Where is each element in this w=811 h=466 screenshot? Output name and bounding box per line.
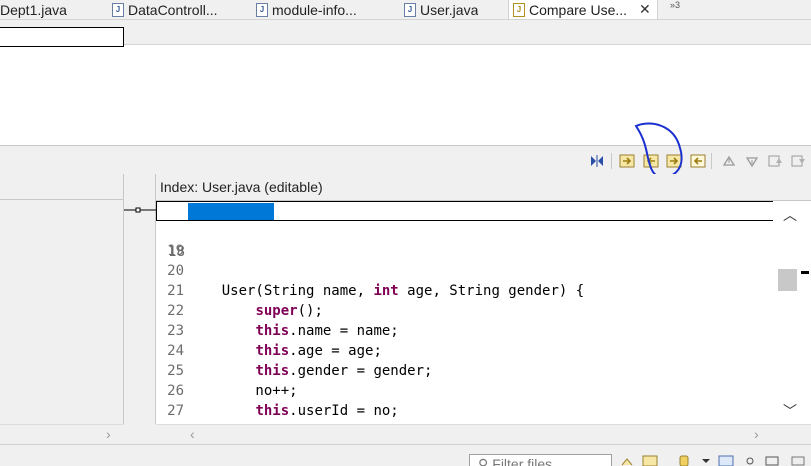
close-icon[interactable]: ✕ bbox=[639, 1, 651, 18]
scroll-left-icon[interactable]: ‹ bbox=[190, 426, 195, 442]
collapse-all-icon[interactable] bbox=[764, 455, 780, 466]
tab-dept1[interactable]: Dept1.java bbox=[0, 0, 67, 19]
tree-view-icon[interactable] bbox=[718, 455, 734, 466]
java-file-icon: J bbox=[112, 2, 124, 17]
code-editor[interactable]: 18 19 20 User(String name, int age, Stri… bbox=[156, 201, 775, 459]
code-line[interactable]: 23 this.age = age; bbox=[156, 301, 773, 359]
copy-all-left-to-right-icon[interactable] bbox=[618, 152, 635, 169]
diff-connector-line bbox=[124, 207, 156, 213]
status-bar: ⚲ Filter files... bbox=[0, 444, 811, 466]
scroll-down-icon[interactable]: ﹀ bbox=[783, 401, 797, 421]
code-line[interactable]: 18 bbox=[156, 201, 775, 260]
code-line[interactable]: 28 public int getUserId() { bbox=[156, 401, 773, 459]
copy-current-change-left-icon[interactable] bbox=[642, 152, 659, 169]
next-change-icon[interactable] bbox=[766, 152, 783, 169]
left-compare-pane bbox=[0, 174, 124, 424]
scroll-right-icon[interactable]: › bbox=[754, 426, 759, 442]
editor-tab-bar: Dept1.java J DataControll... J module-in… bbox=[0, 0, 811, 19]
flat-view-icon[interactable] bbox=[742, 455, 758, 466]
previous-change-icon[interactable] bbox=[789, 152, 806, 169]
code-line[interactable]: 20 User(String name, int age, String gen… bbox=[156, 241, 773, 299]
overview-ruler-mark[interactable] bbox=[801, 271, 809, 274]
java-file-icon: J bbox=[256, 2, 268, 17]
code-line[interactable]: 19 bbox=[156, 221, 773, 259]
left-horizontal-scrollbar[interactable]: › bbox=[0, 424, 124, 444]
scroll-up-icon[interactable]: ︿ bbox=[783, 205, 797, 225]
more-options-icon[interactable] bbox=[790, 455, 806, 466]
filter-placeholder: Filter files... bbox=[492, 456, 564, 466]
right-pane-title: Index: User.java (editable) bbox=[156, 174, 811, 201]
structure-compare-pane bbox=[0, 45, 811, 146]
chevron-down-icon[interactable] bbox=[698, 455, 714, 466]
tab-label: module-info... bbox=[272, 1, 357, 18]
tab-compare-user[interactable]: J Compare Use... ✕ bbox=[508, 0, 658, 19]
diff-highlight bbox=[188, 203, 274, 220]
scrollbar-thumb[interactable] bbox=[778, 269, 797, 291]
copy-current-change-right-icon[interactable] bbox=[665, 152, 682, 169]
sync-icon[interactable] bbox=[620, 455, 636, 466]
right-horizontal-scrollbar[interactable]: ‹ › bbox=[156, 424, 811, 444]
java-file-icon: J bbox=[404, 2, 416, 17]
tab-user[interactable]: J User.java bbox=[404, 0, 478, 19]
copy-all-right-to-left-icon[interactable] bbox=[689, 152, 706, 169]
left-diff-selection[interactable] bbox=[0, 27, 124, 47]
left-pane-header bbox=[0, 174, 123, 200]
tab-label: Dept1.java bbox=[0, 1, 67, 18]
tab-module-info[interactable]: J module-info... bbox=[256, 0, 357, 19]
database-icon[interactable] bbox=[676, 455, 692, 466]
vertical-scrollbar[interactable]: ︿ ﹀ bbox=[773, 201, 811, 424]
diff-connector-gutter bbox=[124, 174, 156, 424]
code-line[interactable]: 25 no++; bbox=[156, 341, 773, 399]
tab-label: Compare Use... bbox=[529, 1, 628, 18]
code-line[interactable]: 24 this.gender = gender; bbox=[156, 321, 773, 379]
code-line[interactable]: 22 this.name = name; bbox=[156, 281, 773, 339]
previous-difference-icon[interactable] bbox=[743, 152, 760, 169]
tab-label: User.java bbox=[420, 1, 479, 18]
right-compare-pane: Index: User.java (editable) 18 19 20 Use… bbox=[156, 174, 811, 459]
tab-label: DataControll... bbox=[128, 1, 218, 18]
scroll-right-icon[interactable]: › bbox=[106, 426, 111, 442]
next-difference-icon[interactable] bbox=[720, 152, 737, 169]
compare-editor-icon: J bbox=[513, 2, 525, 17]
code-line[interactable]: 27 } bbox=[156, 381, 773, 439]
filter-files-input[interactable]: ⚲ Filter files... bbox=[469, 454, 612, 466]
pull-icon[interactable] bbox=[642, 455, 658, 466]
code-line[interactable]: 21 super(); bbox=[156, 261, 773, 319]
compare-toolbar bbox=[0, 147, 811, 174]
code-line[interactable]: 26 this.userId = no; bbox=[156, 361, 773, 419]
ignore-whitespace-icon[interactable] bbox=[588, 152, 605, 169]
search-icon: ⚲ bbox=[478, 456, 489, 466]
tab-overflow-indicator[interactable]: »3 bbox=[670, 0, 680, 10]
tab-datacontroller[interactable]: J DataControll... bbox=[112, 0, 217, 19]
